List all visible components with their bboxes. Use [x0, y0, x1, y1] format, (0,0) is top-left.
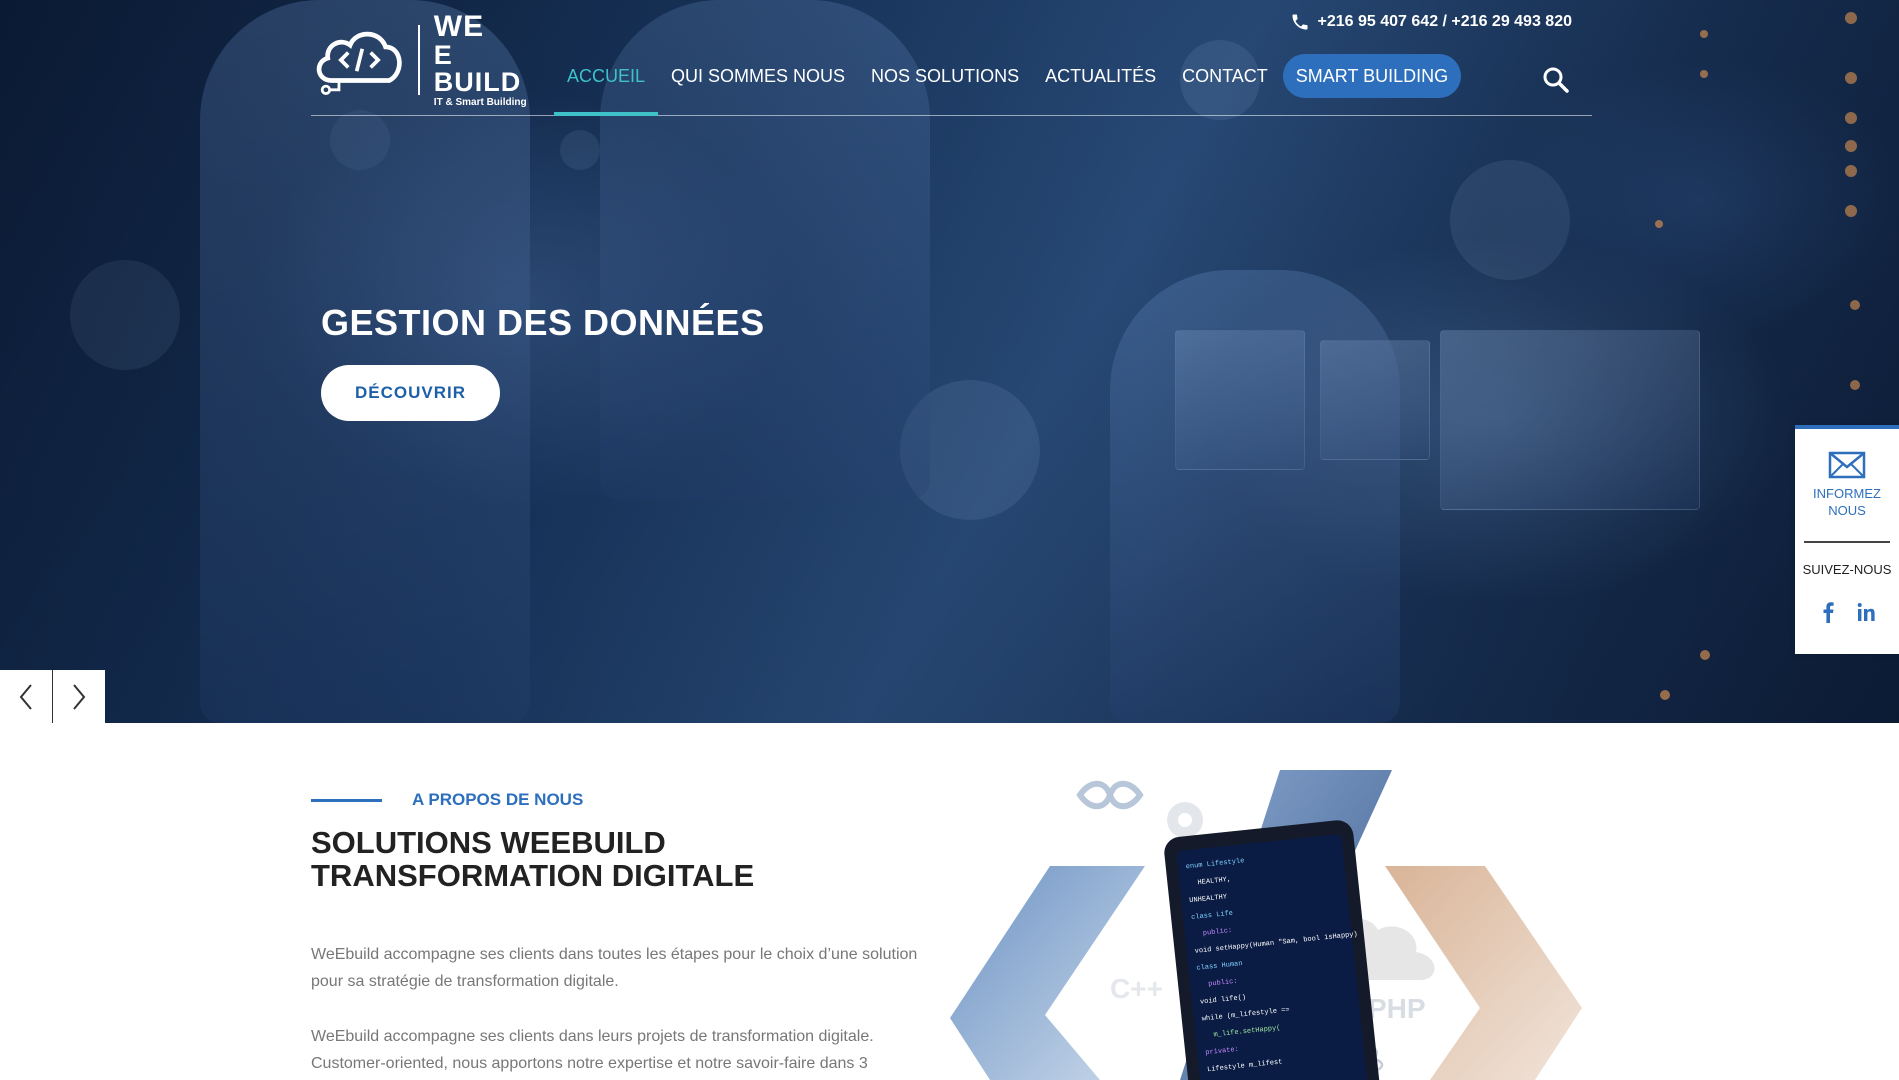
search-icon[interactable] — [1542, 66, 1570, 94]
about-p1-line2: pour sa stratégie de transformation digi… — [311, 973, 619, 990]
cloud-code-icon — [316, 31, 402, 95]
logo-tagline: IT & Smart Building — [433, 97, 527, 108]
contact-label-2: NOUS — [1828, 503, 1866, 518]
follow-label: SUIVEZ-NOUS — [1802, 562, 1892, 577]
about-paragraph-1: WeEbuild accompagne ses clients dans tou… — [311, 941, 931, 995]
facebook-icon[interactable] — [1819, 601, 1837, 623]
about-p2-line1: WeEbuild accompagne ses clients dans leu… — [311, 1028, 874, 1045]
php-label: PHP — [1368, 993, 1426, 1024]
contact-us-link[interactable]: INFORMEZ NOUS — [1795, 485, 1899, 519]
phone-number: +216 95 407 642 / +216 29 493 820 — [1317, 13, 1572, 30]
gear-icon — [1167, 802, 1203, 838]
mail-icon[interactable] — [1828, 451, 1866, 479]
hero-title: GESTION DES DONNÉES — [321, 302, 765, 343]
tablet-image: enum LifestyleHEALTHY,UNHEALTHYclass Lif… — [1164, 820, 1380, 1080]
section-title-line1: SOLUTIONS WEEBUILD — [311, 825, 666, 860]
contact-label-1: INFORMEZ — [1813, 486, 1881, 501]
logo-line2: E BUILD — [433, 40, 522, 97]
logo[interactable]: WE E BUILD IT & Smart Building — [311, 12, 541, 108]
section-title: SOLUTIONS WEEBUILD TRANSFORMATION DIGITA… — [311, 826, 911, 892]
cpp-label: C++ — [1110, 973, 1163, 1004]
logo-line1: WE — [433, 10, 485, 43]
infinity-icon — [1076, 780, 1144, 810]
slider-prev-button[interactable] — [0, 670, 52, 723]
nav-item-contact[interactable]: CONTACT — [1169, 52, 1281, 116]
about-p2-line2: Customer-oriented, nous apportons notre … — [311, 1055, 868, 1072]
section-label: A PROPOS DE NOUS — [412, 790, 584, 809]
slider-next-button[interactable] — [52, 670, 104, 723]
phone-icon — [1292, 14, 1308, 30]
social-links — [1795, 601, 1899, 623]
linkedin-icon[interactable] — [1857, 601, 1875, 623]
nav-item-accueil[interactable]: ACCUEIL — [554, 52, 659, 116]
discover-button[interactable]: DÉCOUVRIR — [321, 365, 500, 421]
digital-transformation-illustration: C++ PHP enum LifestyleHEALTHY,UNHEALTHYc… — [950, 770, 1582, 1080]
about-p1-line1: WeEbuild accompagne ses clients dans tou… — [311, 946, 918, 963]
side-contact-widget: INFORMEZ NOUS SUIVEZ-NOUS — [1795, 425, 1899, 654]
hero-slider: WE E BUILD IT & Smart Building +216 95 4… — [0, 0, 1899, 723]
section-accent-line — [311, 799, 382, 802]
chevron-left-icon — [19, 683, 32, 710]
main-nav: ACCUEIL QUI SOMMES NOUS NOS SOLUTIONS AC… — [554, 52, 1462, 116]
chevron-right-icon — [72, 683, 85, 710]
about-paragraph-2: WeEbuild accompagne ses clients dans leu… — [311, 1023, 931, 1077]
nav-item-nos-solutions[interactable]: NOS SOLUTIONS — [858, 52, 1032, 116]
phone-contact[interactable]: +216 95 407 642 / +216 29 493 820 — [1290, 12, 1572, 32]
site-header: WE E BUILD IT & Smart Building +216 95 4… — [311, 0, 1592, 116]
nav-item-qui-sommes-nous[interactable]: QUI SOMMES NOUS — [658, 52, 858, 116]
smart-building-button[interactable]: SMART BUILDING — [1282, 54, 1462, 98]
section-title-line2: TRANSFORMATION DIGITALE — [311, 858, 755, 893]
slider-controls — [0, 670, 105, 723]
divider — [1804, 541, 1890, 543]
nav-item-actualites[interactable]: ACTUALITÉS — [1032, 52, 1169, 116]
